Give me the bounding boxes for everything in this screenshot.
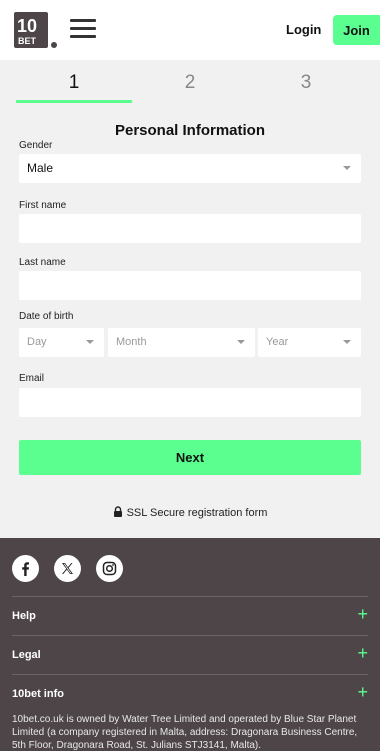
svg-text:BET: BET xyxy=(18,36,37,46)
lock-icon xyxy=(113,506,123,520)
plus-icon: + xyxy=(357,643,368,663)
accordion-10bet-info-label: 10bet info xyxy=(12,688,64,700)
plus-icon: + xyxy=(357,682,368,702)
chevron-down-icon xyxy=(237,340,245,344)
registration-form: 1 2 3 Personal Information Gender Male F… xyxy=(0,60,380,538)
ssl-notice: SSL Secure registration form xyxy=(0,506,380,520)
x-icon[interactable] xyxy=(54,555,81,582)
facebook-icon[interactable] xyxy=(12,555,39,582)
ssl-text: SSL Secure registration form xyxy=(126,507,268,519)
accordion-10bet-info[interactable]: 10bet info + xyxy=(12,674,368,713)
chevron-down-icon xyxy=(343,340,351,344)
dob-day-select[interactable]: Day xyxy=(19,328,104,357)
section-title: Personal Information xyxy=(114,122,266,139)
accordion-legal[interactable]: Legal + xyxy=(12,635,368,674)
step-2-tab[interactable]: 2 xyxy=(132,72,248,94)
login-button[interactable]: Login xyxy=(286,18,321,42)
first-name-label: First name xyxy=(19,200,67,211)
footer: Help + Legal + 10bet info + 10bet.co.uk … xyxy=(0,538,380,751)
instagram-icon[interactable] xyxy=(96,555,123,582)
accordion-help-label: Help xyxy=(12,610,36,622)
company-legal-text: 10bet.co.uk is owned by Water Tree Limit… xyxy=(12,714,358,751)
header: 10 BET Login Join xyxy=(0,0,380,60)
dob-year-select[interactable]: Year xyxy=(258,328,361,357)
join-button[interactable]: Join xyxy=(333,15,380,45)
last-name-input[interactable] xyxy=(19,271,361,300)
active-step-indicator xyxy=(16,100,132,103)
accordion-help[interactable]: Help + xyxy=(12,596,368,635)
dob-year-placeholder: Year xyxy=(266,336,289,348)
dob-label: Date of birth xyxy=(19,311,74,322)
svg-text:10: 10 xyxy=(17,16,37,36)
email-label: Email xyxy=(19,373,45,384)
accordion-legal-label: Legal xyxy=(12,649,41,661)
step-3-tab[interactable]: 3 xyxy=(248,72,364,94)
dob-month-placeholder: Month xyxy=(116,336,147,348)
next-button[interactable]: Next xyxy=(19,440,361,475)
dob-month-select[interactable]: Month xyxy=(108,328,255,357)
brand-logo[interactable]: 10 BET xyxy=(14,12,62,50)
email-input[interactable] xyxy=(19,388,361,417)
gender-value: Male xyxy=(27,161,54,175)
plus-icon: + xyxy=(357,604,368,624)
hamburger-menu-icon[interactable] xyxy=(70,19,96,41)
gender-select[interactable]: Male xyxy=(19,154,361,183)
gender-label: Gender xyxy=(19,140,53,151)
step-1-tab[interactable]: 1 xyxy=(16,72,132,94)
chevron-down-icon xyxy=(343,166,351,170)
first-name-input[interactable] xyxy=(19,214,361,243)
last-name-label: Last name xyxy=(19,257,66,268)
dob-day-placeholder: Day xyxy=(27,336,47,348)
chevron-down-icon xyxy=(86,340,94,344)
